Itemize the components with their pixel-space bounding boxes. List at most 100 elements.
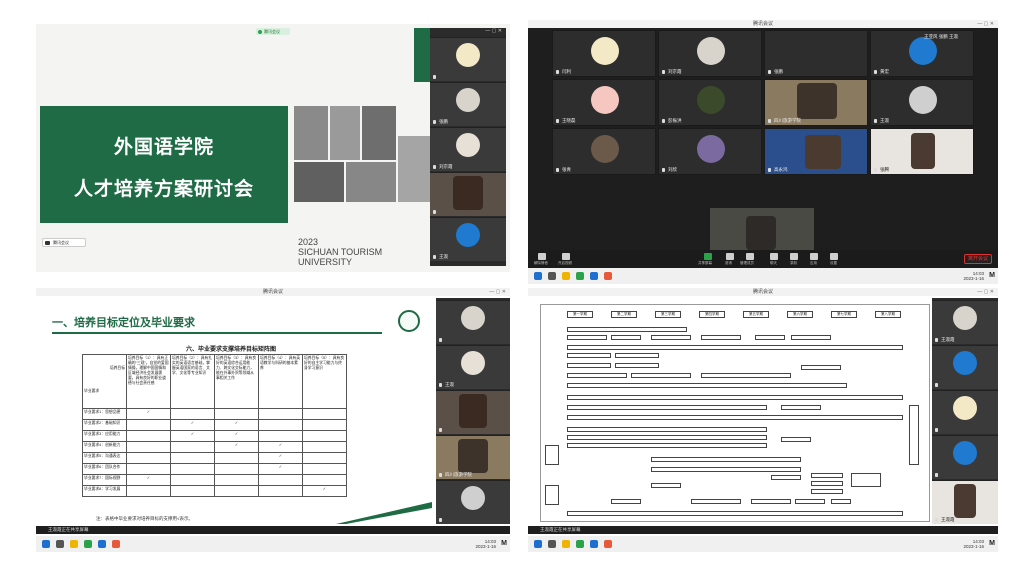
record-button[interactable] [790, 253, 798, 260]
app-icon[interactable] [84, 540, 92, 548]
participant-tile[interactable]: 四川旅游学院 [764, 79, 868, 126]
participant-tile[interactable]: 刘京霞 [430, 127, 506, 171]
app-icon[interactable] [604, 272, 612, 280]
app-icon[interactable] [604, 540, 612, 548]
folder-icon[interactable] [562, 272, 570, 280]
meeting-status-badge[interactable]: 腾讯会议 [256, 28, 290, 35]
share-screen-button[interactable] [704, 253, 712, 260]
toolbar-label: 管理成员 [740, 261, 754, 265]
app-icon[interactable] [590, 272, 598, 280]
category-box [545, 445, 559, 465]
app-icon[interactable] [590, 540, 598, 548]
semester-header: 第四学期 [699, 311, 725, 318]
table-row: 毕业要求1：思想品德 ✓ [82, 408, 347, 420]
participant-tile[interactable] [932, 345, 998, 389]
participant-tile[interactable]: 张鹏 [430, 82, 506, 126]
participant-tile[interactable]: 张鹏 [764, 30, 868, 77]
participant-name: 王淑霞 [941, 517, 955, 522]
camera-button[interactable] [562, 253, 570, 260]
semester-header: 第五学期 [743, 311, 769, 318]
participant-tile[interactable] [436, 390, 510, 434]
clock[interactable]: 14:03 2023-1-16 [963, 271, 984, 281]
window-title: 腾讯会议 [36, 288, 510, 296]
avatar [456, 133, 480, 157]
avatar [697, 86, 725, 114]
participant-tile[interactable] [932, 435, 998, 479]
campus-photo [294, 162, 344, 202]
check-cell [214, 408, 259, 420]
mic-icon [874, 168, 877, 172]
row-label: 毕业要求7：国际视野 [82, 474, 127, 486]
participant-tile[interactable]: 王淑 [430, 217, 506, 261]
participant-tile[interactable] [932, 390, 998, 434]
participant-gallery[interactable]: 王淑霞 王淑霞 [932, 298, 998, 524]
app-icon[interactable] [112, 540, 120, 548]
participant-tile[interactable] [430, 172, 506, 216]
app-icon[interactable] [576, 540, 584, 548]
clock[interactable]: 14:03 2023-1-16 [475, 539, 496, 549]
avatar [909, 86, 937, 114]
search-icon[interactable] [548, 540, 556, 548]
chat-button[interactable] [770, 253, 778, 260]
course-bar [781, 437, 811, 442]
table-row: 毕业要求7：国际视野 ✓ [82, 474, 347, 486]
participant-tile[interactable]: 张青 [552, 128, 656, 175]
folder-icon[interactable] [70, 540, 78, 548]
window-controls[interactable]: — ▢ ✕ [489, 288, 506, 296]
participant-tile[interactable]: 闫利 [552, 30, 656, 77]
clock[interactable]: 14:03 2023-1-16 [963, 539, 984, 549]
participant-tile[interactable]: 王晓磊 [552, 79, 656, 126]
toolbar-label: 录制 [790, 261, 797, 265]
notification-icon[interactable]: M [989, 540, 995, 547]
column-header: 培养目标（2）：具有扎实的英语语言基础，掌握英语国家的语言、文学、文化等专业知识 [170, 354, 215, 409]
search-icon[interactable] [56, 540, 64, 548]
participant-tile[interactable]: 高永鸿 [764, 128, 868, 175]
avatar [456, 43, 480, 67]
participant-tile[interactable] [436, 300, 510, 344]
search-icon[interactable] [548, 272, 556, 280]
course-bar [831, 499, 851, 504]
app-icon[interactable] [576, 272, 584, 280]
settings-button[interactable] [830, 253, 838, 260]
campus-photo-collage [294, 106, 434, 223]
participant-tile[interactable]: 刘京霞 [658, 30, 762, 77]
participant-gallery[interactable]: 王淑 四川旅游学院 [436, 298, 510, 524]
participant-tile[interactable]: 四川旅游学院 [436, 435, 510, 479]
check-cell [214, 474, 259, 486]
invite-button[interactable] [726, 253, 734, 260]
leave-meeting-button[interactable]: 离开会议 [964, 254, 992, 264]
folder-icon[interactable] [562, 540, 570, 548]
mic-button[interactable] [538, 253, 546, 260]
start-icon[interactable] [534, 540, 542, 548]
apps-button[interactable] [810, 253, 818, 260]
participant-gallery[interactable]: — ▢ ✕ 张鹏 刘京霞 王淑 [430, 28, 506, 266]
avatar [953, 441, 977, 465]
check-cell [302, 474, 347, 486]
members-button[interactable] [746, 253, 754, 260]
participant-tile[interactable]: 王淑霞 [932, 480, 998, 524]
participant-tile[interactable]: 王淑 [436, 345, 510, 389]
participant-tile[interactable] [436, 480, 510, 524]
window-controls[interactable]: — ▢ ✕ [977, 20, 994, 28]
participant-tile[interactable]: 王淑 [870, 79, 974, 126]
participant-tile[interactable] [430, 37, 506, 81]
row-label: 毕业要求1：思想品德 [82, 408, 127, 420]
notification-icon[interactable]: M [501, 540, 507, 547]
notification-icon[interactable]: M [989, 272, 995, 279]
check-cell [214, 485, 259, 497]
mic-icon [439, 338, 442, 342]
start-icon[interactable] [534, 272, 542, 280]
participant-tile[interactable]: 彭振洪 [658, 79, 762, 126]
participant-name: 闫利 [562, 69, 571, 74]
start-icon[interactable] [42, 540, 50, 548]
presenter-badge[interactable]: 腾讯会议 [42, 238, 86, 247]
participant-tile[interactable]: 王淑霞 [932, 300, 998, 344]
participant-tile[interactable]: 黄宏 [870, 30, 974, 77]
campus-photo [362, 106, 396, 160]
participant-tile[interactable]: 张腾 [870, 128, 974, 175]
app-icon[interactable] [98, 540, 106, 548]
course-bar [567, 427, 767, 432]
participant-tile[interactable]: 刘欣 [658, 128, 762, 175]
window-controls[interactable]: — ▢ ✕ [977, 288, 994, 296]
check-cell [126, 452, 171, 464]
